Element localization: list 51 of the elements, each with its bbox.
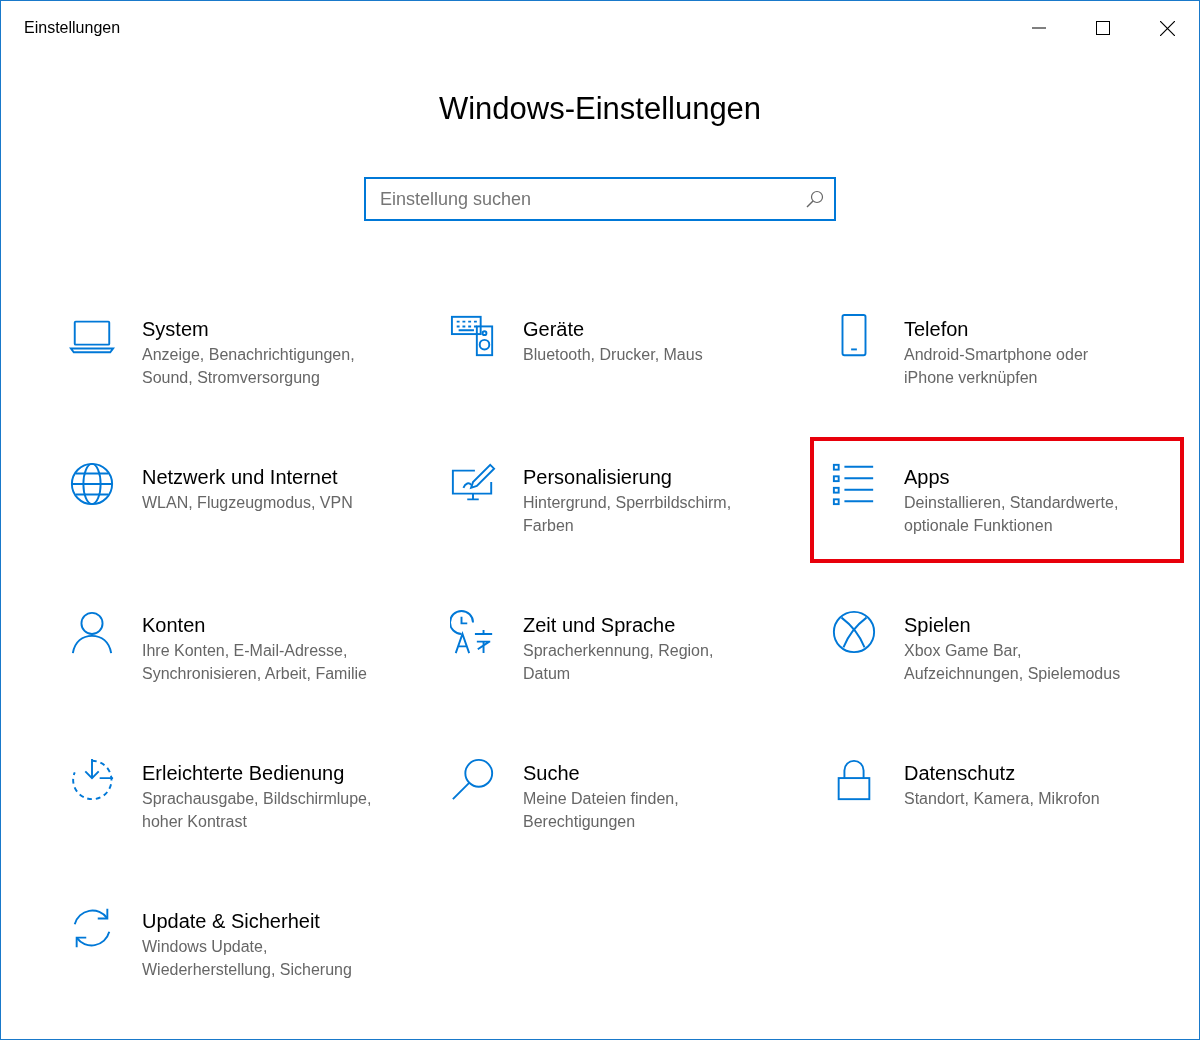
settings-tile[interactable]: Erleichterte Bedienung Sprachausgabe, Bildschirmlupe, hoher Kontrast (48, 733, 422, 859)
tile-description: Anzeige, Benachrichtigungen, Sound, Stromversorgung (142, 345, 356, 388)
tile-description: Windows Update, Wiederherstellung, Sicherung (142, 937, 353, 980)
tile-description: Xbox Game Bar, Aufzeichnungen, Spielemodus (904, 641, 1122, 684)
tile-description: Deinstallieren, Standardwerte, optionale Funktionen (904, 493, 1120, 536)
settings-tile[interactable]: Personalisierung Hintergrund, Sperrbildschirm, Farben (429, 437, 803, 563)
tile-title: System (142, 317, 210, 342)
person-icon (69, 609, 115, 655)
tile-description: Bluetooth, Drucker, Maus (523, 345, 703, 365)
settings-tile[interactable]: Suche Meine Dateien finden, Berechtigungen (429, 733, 803, 859)
xbox-logo-icon (831, 609, 877, 655)
tile-title: Update & Sicherheit (142, 909, 321, 934)
magnifier-icon (450, 757, 496, 803)
settings-tile[interactable]: Update & Sicherheit Windows Update, Wiederherstellung, Sicherung (48, 881, 422, 1007)
settings-tile[interactable]: System Anzeige, Benachrichtigungen, Sound, Stromversorgung (48, 289, 422, 415)
tile-description: Standort, Kamera, Mikrofon (904, 789, 1100, 809)
accessibility-timer-icon (69, 757, 115, 803)
settings-tile[interactable]: Zeit und Sprache Spracherkennung, Region, Datum (429, 585, 803, 711)
tile-title: Personalisierung (523, 465, 673, 490)
settings-tile[interactable]: Datenschutz Standort, Kamera, Mikrofon (810, 733, 1184, 859)
tile-title: Datenschutz (904, 761, 1017, 786)
page-heading: Windows-Einstellungen (437, 90, 763, 128)
tile-title: Konten (142, 613, 207, 638)
settings-tile[interactable]: Spielen Xbox Game Bar, Aufzeichnungen, Spielemodus (810, 585, 1184, 711)
settings-tile[interactable]: Geräte Bluetooth, Drucker, Maus (429, 289, 803, 415)
tile-title: Geräte (523, 317, 586, 342)
tile-title: Suche (523, 761, 581, 786)
settings-tile[interactable]: Apps Deinstallieren, Standardwerte, optionale Funktionen (810, 437, 1184, 563)
globe-icon (69, 461, 115, 507)
tile-description: Meine Dateien finden, Berechtigungen (523, 789, 680, 832)
tile-description: Spracherkennung, Region, Datum (523, 641, 715, 684)
search-field[interactable]: Einstellung suchen (364, 177, 836, 221)
tile-description: Ihre Konten, E-Mail-Adresse, Synchronisieren, Arbeit, Familie (142, 641, 368, 684)
tile-title: Erleichterte Bedienung (142, 761, 346, 786)
tile-title: Netzwerk und Internet (142, 465, 339, 490)
settings-tile[interactable]: Telefon Android-Smartphone oder iPhone verknüpfen (810, 289, 1184, 415)
settings-tile[interactable]: Konten Ihre Konten, E-Mail-Adresse, Synchronisieren, Arbeit, Familie (48, 585, 422, 711)
window-title: Einstellungen (24, 18, 121, 38)
tile-title: Telefon (904, 317, 970, 342)
tile-description: WLAN, Flugzeugmodus, VPN (142, 493, 353, 513)
tile-title: Zeit und Sprache (523, 613, 677, 638)
settings-tile[interactable]: Netzwerk und Internet WLAN, Flugzeugmodus, VPN (48, 437, 422, 563)
tile-description: Sprachausgabe, Bildschirmlupe, hoher Kontrast (142, 789, 373, 832)
close-icon (1159, 20, 1175, 36)
keyboard-speaker-icon (450, 313, 496, 359)
search-icon (806, 190, 824, 208)
tile-description: Android-Smartphone oder iPhone verknüpfen (904, 345, 1090, 388)
tile-description: Hintergrund, Sperrbildschirm, Farben (523, 493, 733, 536)
tile-title: Spielen (904, 613, 972, 638)
maximize-icon (1096, 21, 1110, 35)
tile-title: Apps (904, 465, 951, 490)
